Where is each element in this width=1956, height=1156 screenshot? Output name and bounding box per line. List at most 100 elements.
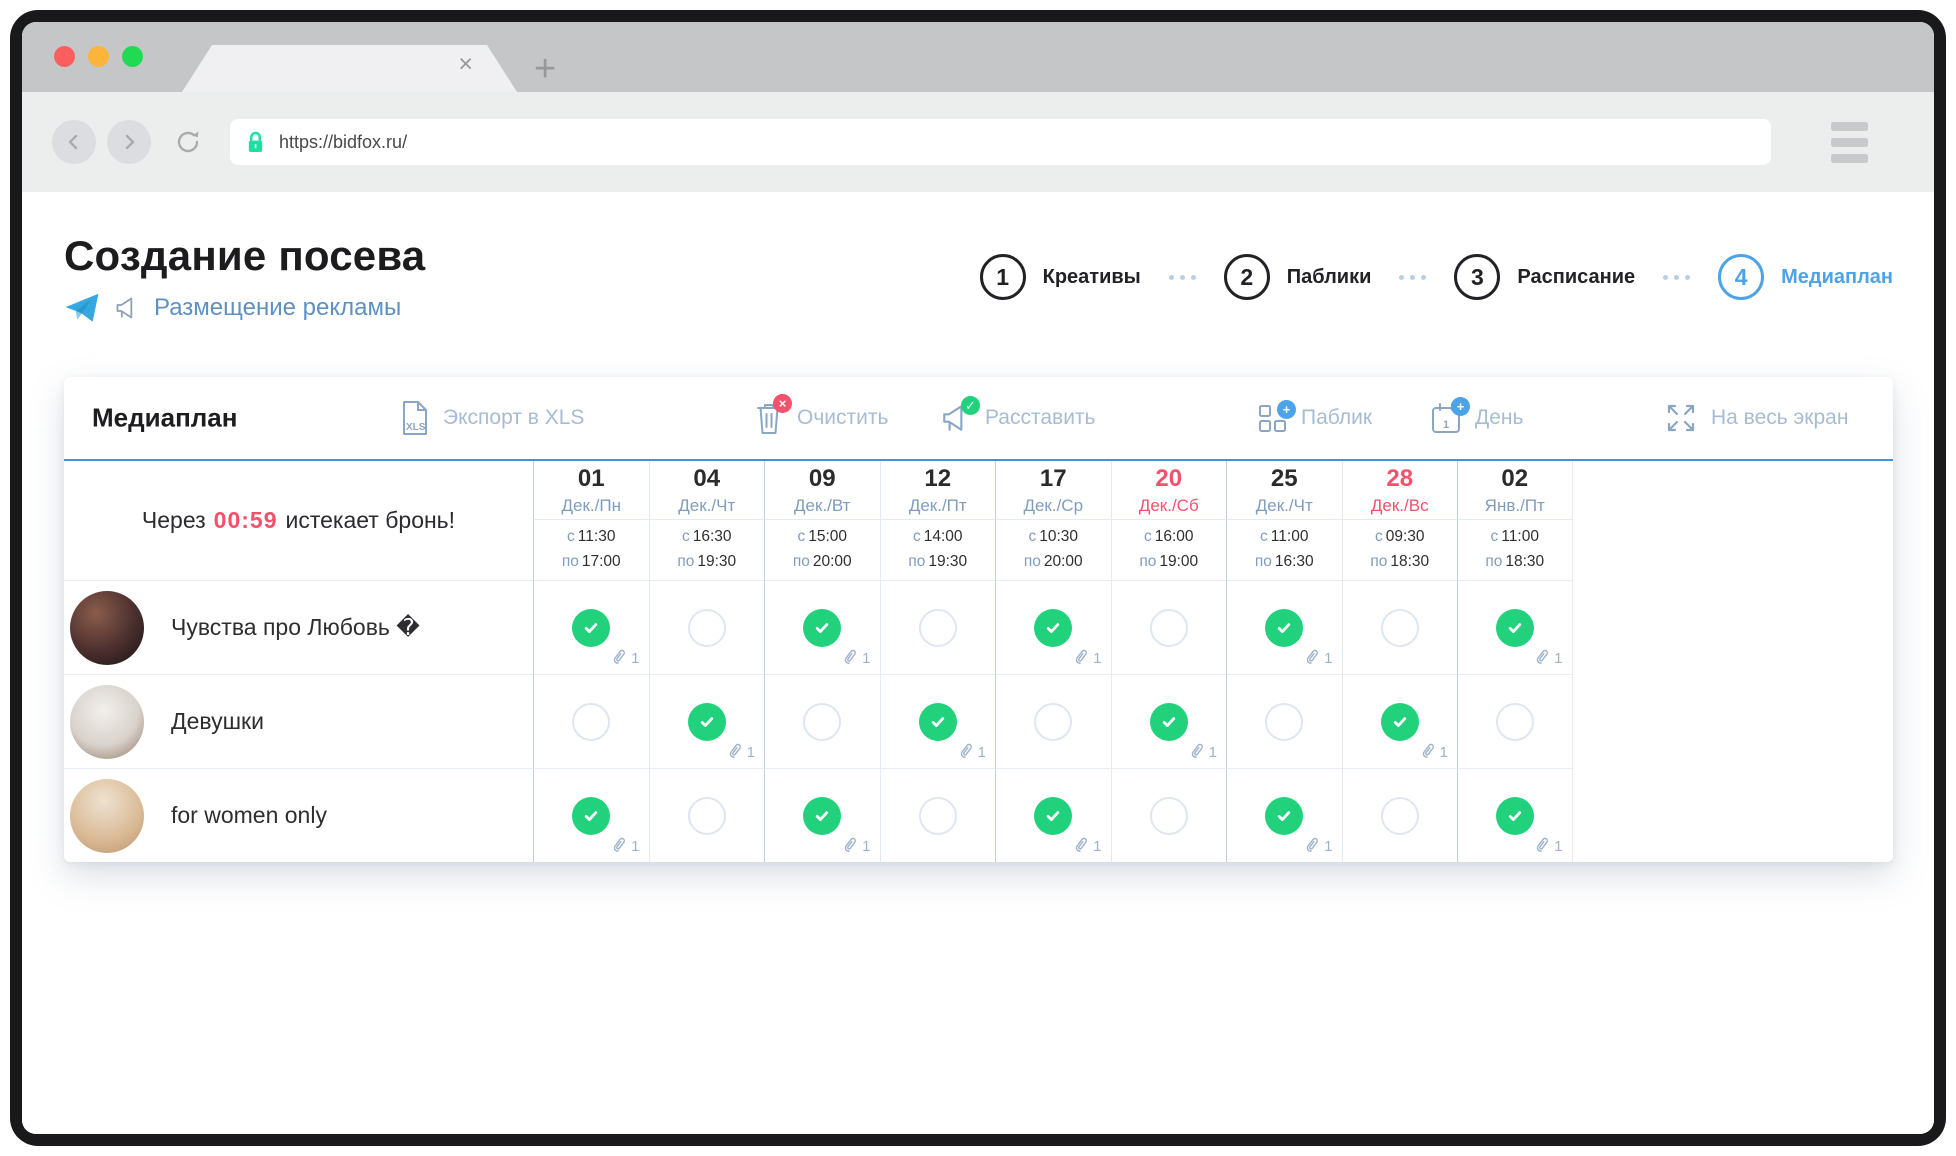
page-title: Создание посева (64, 232, 425, 280)
stepper-item-schedule[interactable]: 3Расписание (1454, 254, 1635, 300)
channel-name: Девушки (171, 708, 264, 735)
reload-button[interactable] (172, 126, 204, 158)
step-separator-icon (1663, 275, 1690, 280)
attachment-count: 1 (1534, 648, 1562, 669)
unchecked-circle (803, 703, 841, 741)
stepper-item-publics[interactable]: 2 Паблики (1224, 254, 1372, 300)
schedule-cell[interactable]: 1 (1226, 768, 1342, 862)
schedule-cell[interactable]: 1 (1226, 580, 1342, 674)
schedule-cell[interactable] (1226, 674, 1342, 768)
time-range-header: с11:00по18:30 (1457, 520, 1573, 580)
unchecked-circle (1150, 797, 1188, 835)
new-tab-button[interactable]: + (534, 50, 556, 88)
checked-icon (1496, 797, 1534, 835)
attachment-count: 1 (611, 836, 639, 857)
checked-icon (803, 609, 841, 647)
unchecked-circle (919, 609, 957, 647)
warning-countdown: 00:59 (214, 507, 278, 534)
browser-tab[interactable]: × (182, 45, 517, 92)
step-number: 4 (1718, 254, 1764, 300)
add-day-button[interactable]: 1 + День (1430, 377, 1523, 459)
export-xls-button[interactable]: XLS Экспорт в XLS (400, 377, 584, 459)
unchecked-circle (1034, 703, 1072, 741)
time-range-header: с11:00по16:30 (1226, 520, 1342, 580)
zoom-window-button[interactable] (122, 46, 143, 67)
stepper-item-mediaplan[interactable]: 4Медиаплан (1718, 254, 1893, 300)
time-range-header: с14:00по19:30 (880, 520, 996, 580)
add-public-button[interactable]: + Паблик (1256, 377, 1372, 459)
minimize-window-button[interactable] (88, 46, 109, 67)
schedule-cell[interactable] (995, 674, 1111, 768)
menu-icon[interactable] (1831, 122, 1868, 163)
time-range-header: с16:30по19:30 (649, 520, 765, 580)
checked-icon (1034, 609, 1072, 647)
schedule-cell[interactable]: 1 (764, 580, 880, 674)
unchecked-circle (1381, 609, 1419, 647)
schedule-cell[interactable] (880, 580, 996, 674)
schedule-cell[interactable]: 1 (533, 580, 649, 674)
checked-icon (919, 703, 957, 741)
unchecked-circle (1381, 797, 1419, 835)
schedule-cell[interactable]: 1 (533, 768, 649, 862)
unchecked-circle (688, 609, 726, 647)
schedule-cell[interactable] (1111, 580, 1227, 674)
step-label: Паблики (1287, 266, 1372, 289)
paperclip-icon (611, 648, 627, 669)
stepper-item-creatives[interactable]: 1Креативы (980, 254, 1141, 300)
attachment-count: 1 (958, 742, 986, 763)
schedule-cell[interactable] (1342, 580, 1458, 674)
checked-icon (1150, 703, 1188, 741)
paperclip-icon (1073, 836, 1089, 857)
unchecked-circle (1150, 609, 1188, 647)
checked-icon (1496, 609, 1534, 647)
schedule-cell[interactable] (1457, 674, 1573, 768)
svg-text:XLS: XLS (406, 422, 426, 433)
schedule-cell[interactable]: 1 (995, 768, 1111, 862)
url-bar[interactable]: https://bidfox.ru/ (230, 119, 1771, 165)
schedule-cell[interactable] (1111, 768, 1227, 862)
arrange-button[interactable]: ✓ Расставить (940, 377, 1096, 459)
schedule-cell[interactable]: 1 (880, 674, 996, 768)
url-text: https://bidfox.ru/ (279, 132, 407, 153)
date-header: 02Янв./Пт (1457, 461, 1573, 520)
close-window-button[interactable] (54, 46, 75, 67)
step-number: 2 (1224, 254, 1270, 300)
schedule-cell[interactable] (649, 580, 765, 674)
checked-icon (1381, 703, 1419, 741)
back-button[interactable] (52, 120, 96, 164)
checked-icon (572, 609, 610, 647)
step-separator-icon (1169, 275, 1196, 280)
step-number: 3 (1454, 254, 1500, 300)
schedule-cell[interactable]: 1 (1111, 674, 1227, 768)
schedule-cell[interactable] (533, 674, 649, 768)
arrange-badge-icon: ✓ (961, 396, 980, 415)
paperclip-icon (1534, 836, 1550, 857)
schedule-cell[interactable] (764, 674, 880, 768)
tab-close-icon[interactable]: × (458, 52, 473, 77)
mediaplan-heading: Медиаплан (92, 403, 237, 434)
schedule-cell[interactable]: 1 (995, 580, 1111, 674)
add-badge-icon: + (1451, 397, 1470, 416)
date-header: 28Дек./Вс (1342, 461, 1458, 520)
schedule-cell[interactable] (880, 768, 996, 862)
schedule-cell[interactable] (1342, 768, 1458, 862)
calendar-plus-icon: 1 + (1430, 401, 1462, 435)
attachment-count: 1 (1189, 742, 1217, 763)
channel-name: for women only (171, 802, 327, 829)
schedule-cell[interactable] (649, 768, 765, 862)
schedule-cell[interactable]: 1 (649, 674, 765, 768)
schedule-cell[interactable]: 1 (764, 768, 880, 862)
grid-plus-icon: + (1256, 402, 1288, 434)
schedule-cell[interactable]: 1 (1457, 580, 1573, 674)
paperclip-icon (1073, 648, 1089, 669)
attachment-count: 1 (1534, 836, 1562, 857)
clear-button[interactable]: × Очистить (754, 377, 888, 459)
unchecked-circle (1265, 703, 1303, 741)
attachment-count: 1 (1420, 742, 1448, 763)
schedule-cell[interactable]: 1 (1457, 768, 1573, 862)
xls-file-icon: XLS (400, 400, 430, 436)
schedule-cell[interactable]: 1 (1342, 674, 1458, 768)
unchecked-circle (688, 797, 726, 835)
forward-button[interactable] (107, 120, 151, 164)
fullscreen-button[interactable]: На весь экран (1664, 377, 1848, 459)
